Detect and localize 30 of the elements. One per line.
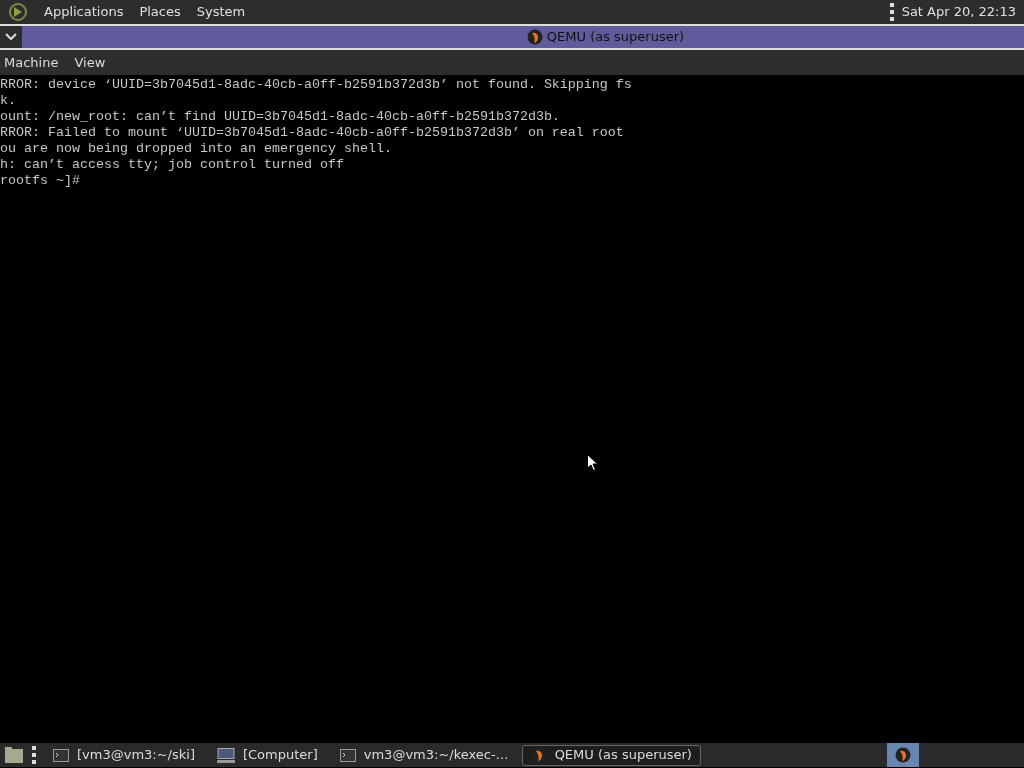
menu-item[interactable]: View — [74, 52, 106, 73]
computer-icon — [216, 747, 235, 763]
taskbar-button[interactable]: vm3@vm3:~/kexec-… — [330, 744, 518, 766]
console-line: RROR: Failed to mount ‘UUID=3b7045d1-8adc-40cb-a0ff-b2591b372d3b’ on real root — [0, 125, 625, 141]
menu-logo-icon[interactable] — [8, 2, 28, 22]
console-line: k. — [0, 93, 17, 109]
taskbar-button[interactable]: [vm3@vm3:~/ski] — [44, 744, 204, 766]
chevron-down-icon[interactable] — [5, 33, 17, 41]
tray-button[interactable] — [886, 743, 919, 767]
handle-icon[interactable] — [889, 3, 894, 21]
console-line: ou are now being dropped into an emergency shell. — [0, 141, 393, 157]
window-title: QEMU (as superuser) — [546, 28, 685, 47]
qemu-icon — [526, 29, 543, 45]
folder-icon[interactable] — [4, 746, 24, 764]
taskbar-button[interactable]: [Computer] — [207, 744, 327, 766]
console-line: RROR: device ‘UUID=3b7045d1-8adc-40cb-a0ff-b2591b372d3b’ not found. Skipping fs — [0, 77, 633, 93]
handle-icon[interactable] — [32, 746, 36, 764]
qemu-icon — [894, 747, 911, 763]
panel-menu[interactable]: Applications — [44, 2, 124, 22]
terminal-icon — [53, 748, 69, 762]
mouse-cursor-icon — [587, 454, 598, 471]
clock[interactable]: Sat Apr 20, 22:13 — [901, 2, 1016, 22]
menu-item[interactable]: Machine — [4, 52, 59, 73]
taskbar-button[interactable]: QEMU (as superuser) — [521, 744, 701, 766]
panel-menu[interactable]: Places — [139, 2, 181, 22]
console-line: ount: /new_root: can’t find UUID=3b7045d1-8adc-40cb-a0ff-b2591b372d3b. — [0, 109, 561, 125]
console-line: rootfs ~]# — [0, 173, 81, 189]
terminal-icon — [339, 748, 356, 762]
console-line: h: can’t access tty; job control turned off — [0, 157, 345, 173]
panel-menu[interactable]: System — [196, 2, 246, 22]
